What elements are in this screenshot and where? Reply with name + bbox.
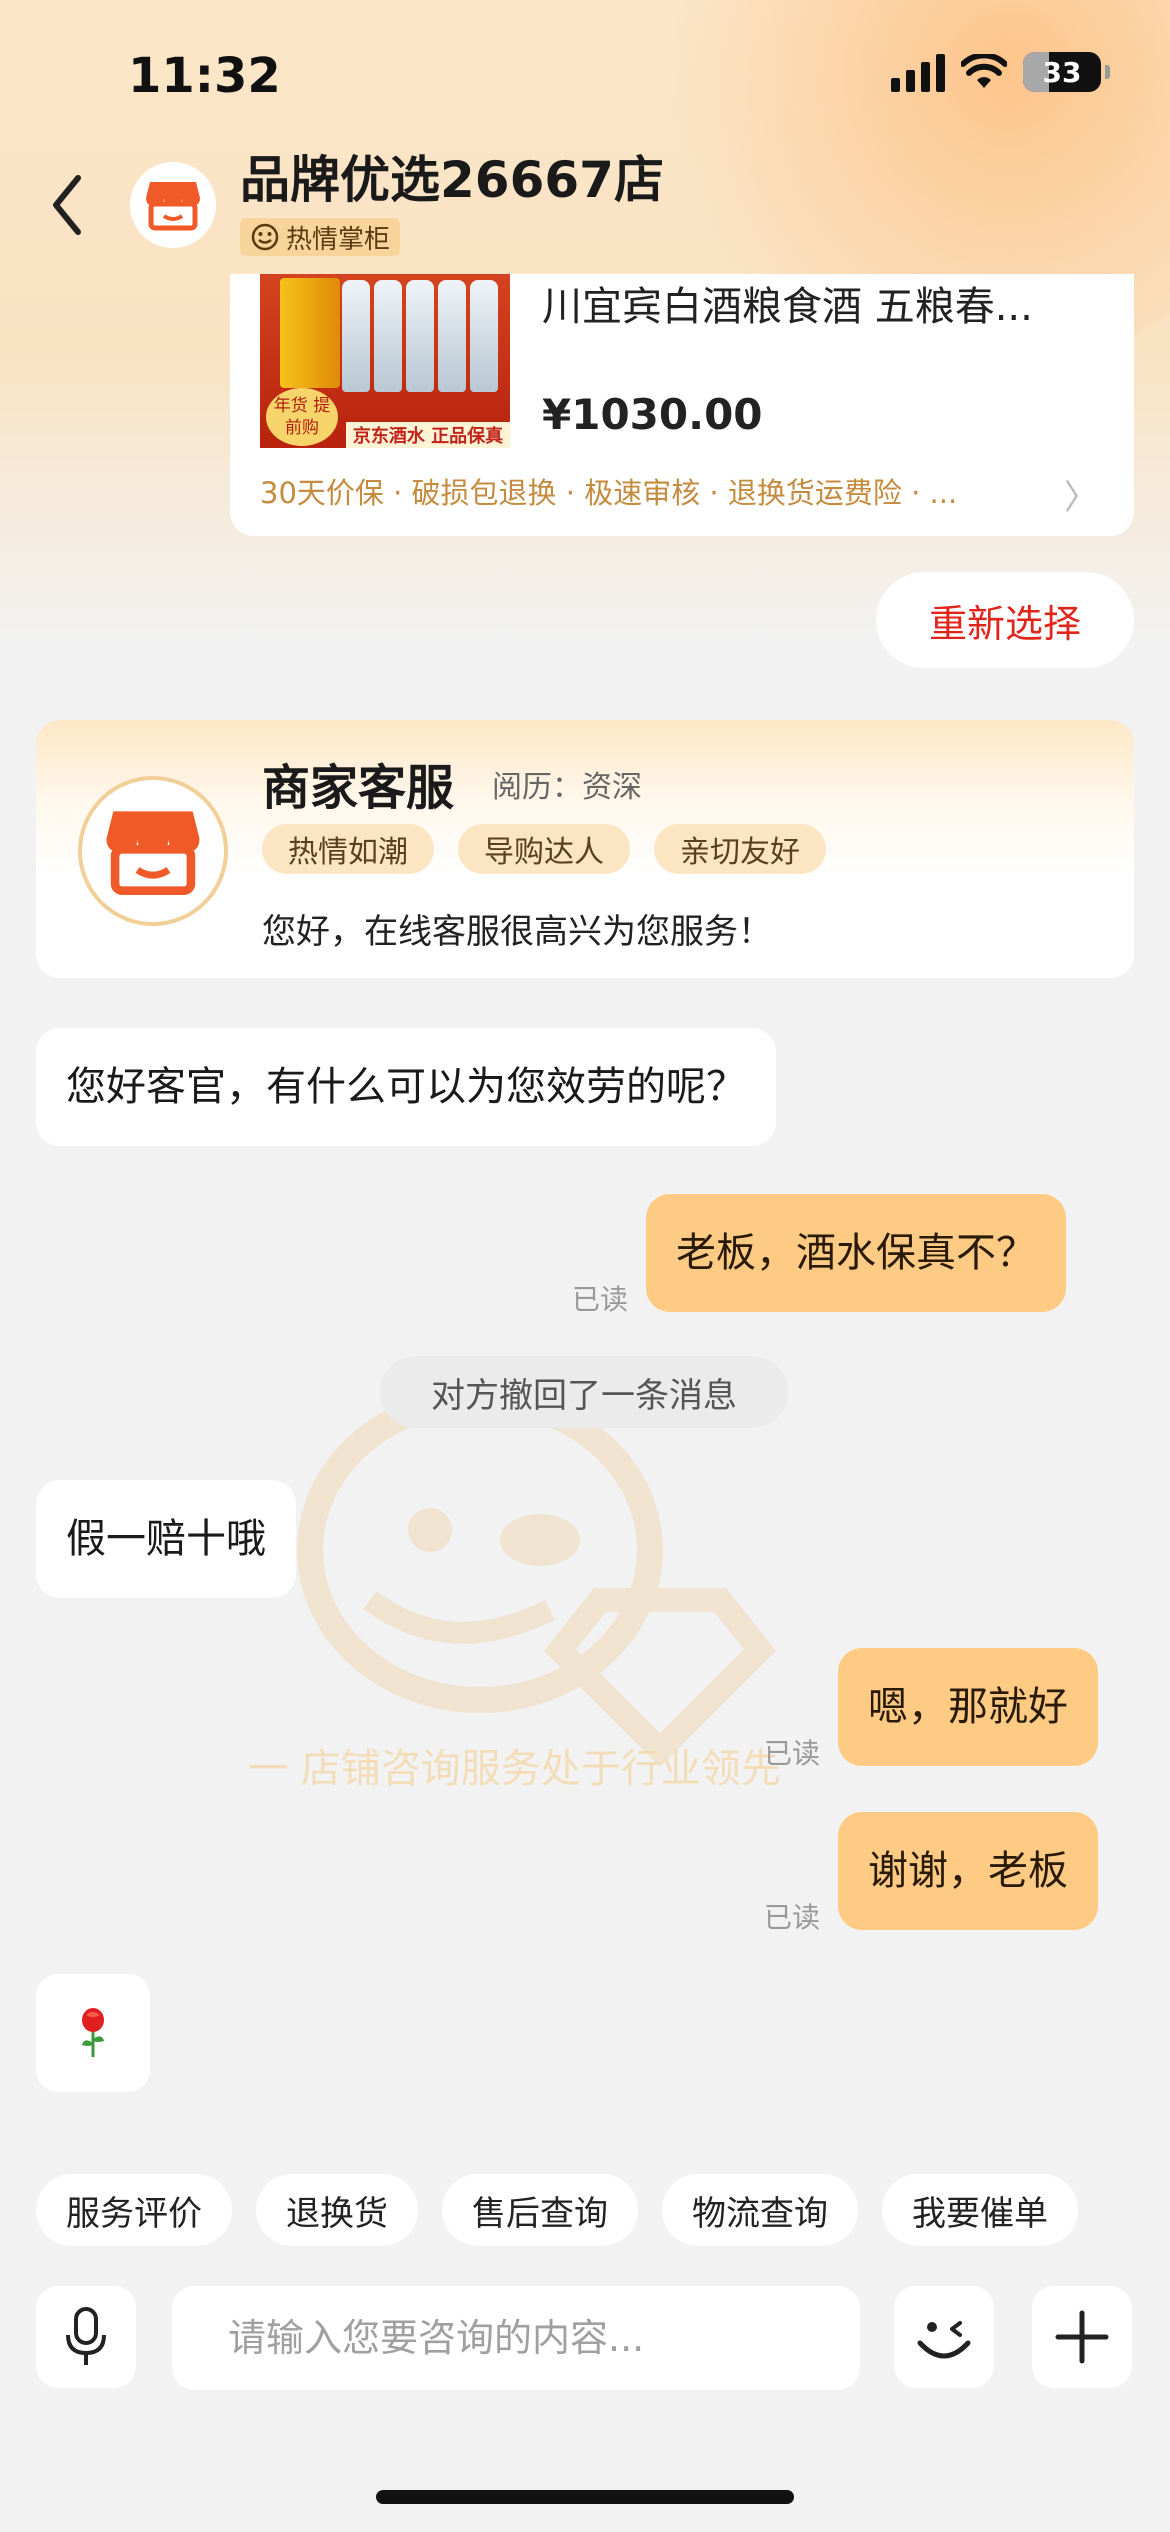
watermark-logo (297, 1387, 777, 1767)
wink-emoji-icon (917, 2321, 971, 2359)
wifi-icon (961, 54, 1007, 88)
message-bubble-merchant[interactable]: 您好客官，有什么可以为您效劳的呢？ (36, 1028, 776, 1146)
shop-avatar[interactable] (130, 162, 216, 248)
signal-icon (891, 52, 945, 92)
chevron-right-icon: 〉 (1064, 478, 1098, 518)
watermark-text: 一 店铺咨询服务处于行业领先 (248, 1746, 781, 1792)
product-name: 川宜宾白酒粮食酒 五粮春... (542, 284, 1033, 330)
merchant-tag: 导购达人 (458, 824, 630, 874)
quick-action-service-rating[interactable]: 服务评价 (36, 2174, 232, 2246)
merchant-tag: 亲切友好 (654, 824, 826, 874)
message-bubble-self[interactable]: 老板，酒水保真不？ (646, 1194, 1066, 1312)
message-input[interactable] (172, 2286, 860, 2390)
quick-action-after-sales[interactable]: 售后查询 (442, 2174, 638, 2246)
merchant-name: 商家客服 (262, 760, 455, 816)
shop-name: 品牌优选26667店 (240, 151, 664, 209)
status-time: 11:32 (128, 48, 281, 104)
battery-level: 33 (1042, 55, 1082, 89)
read-receipt: 已读 (764, 1901, 821, 1934)
back-button[interactable] (44, 170, 90, 240)
store-icon (106, 811, 200, 895)
rose-icon (82, 2008, 104, 2057)
merchant-greeting: 您好，在线客服很高兴为您服务！ (262, 912, 772, 952)
merchant-tags: 热情如潮 导购达人 亲切友好 (262, 824, 826, 874)
smile-icon (251, 223, 279, 251)
product-card[interactable]: 年货 提前购 京东酒水 正品保真 川宜宾白酒粮食酒 五粮春... ¥1030.0… (230, 274, 1134, 536)
quick-actions: 服务评价 退换货 售后查询 物流查询 我要催单 (36, 2174, 1078, 2246)
product-image-strip: 京东酒水 正品保真 (346, 422, 510, 448)
merchant-card: 商家客服 阅历：资深 热情如潮 导购达人 亲切友好 您好，在线客服很高兴为您服务… (36, 720, 1134, 978)
home-indicator (376, 2490, 794, 2504)
shop-badge: 热情掌柜 (240, 218, 401, 256)
store-icon (146, 182, 200, 231)
emoji-button[interactable] (894, 2286, 994, 2388)
message-bubble-self[interactable]: 嗯，那就好 (838, 1648, 1098, 1766)
product-services: 30天价保 · 破损包退换 · 极速审核 · 退换货运费险 · ... (260, 476, 958, 510)
reselect-button[interactable]: 重新选择 (876, 572, 1134, 668)
recall-notice: 对方撤回了一条消息 (380, 1356, 788, 1428)
quick-action-logistics[interactable]: 物流查询 (662, 2174, 858, 2246)
microphone-icon (66, 2307, 106, 2365)
message-bubble-merchant-sticker[interactable] (36, 1974, 150, 2092)
read-receipt: 已读 (764, 1737, 821, 1770)
merchant-avatar[interactable] (78, 776, 228, 926)
badge-label: 热情掌柜 (286, 224, 391, 255)
plus-icon (1055, 2310, 1109, 2364)
product-image: 年货 提前购 京东酒水 正品保真 (260, 274, 510, 448)
status-icons: 33 (891, 52, 1110, 92)
product-price: ¥1030.00 (542, 390, 763, 439)
product-image-tag: 年货 提前购 (266, 388, 338, 446)
message-bubble-merchant[interactable]: 假一赔十哦 (36, 1480, 296, 1598)
read-receipt: 已读 (572, 1283, 629, 1316)
quick-action-return-exchange[interactable]: 退换货 (256, 2174, 418, 2246)
merchant-tag: 热情如潮 (262, 824, 434, 874)
more-button[interactable] (1032, 2286, 1132, 2388)
battery-icon: 33 (1023, 52, 1101, 92)
message-bubble-self[interactable]: 谢谢，老板 (838, 1812, 1098, 1930)
voice-button[interactable] (36, 2286, 136, 2388)
quick-action-urge-order[interactable]: 我要催单 (882, 2174, 1078, 2246)
merchant-experience: 阅历：资深 (492, 770, 642, 805)
